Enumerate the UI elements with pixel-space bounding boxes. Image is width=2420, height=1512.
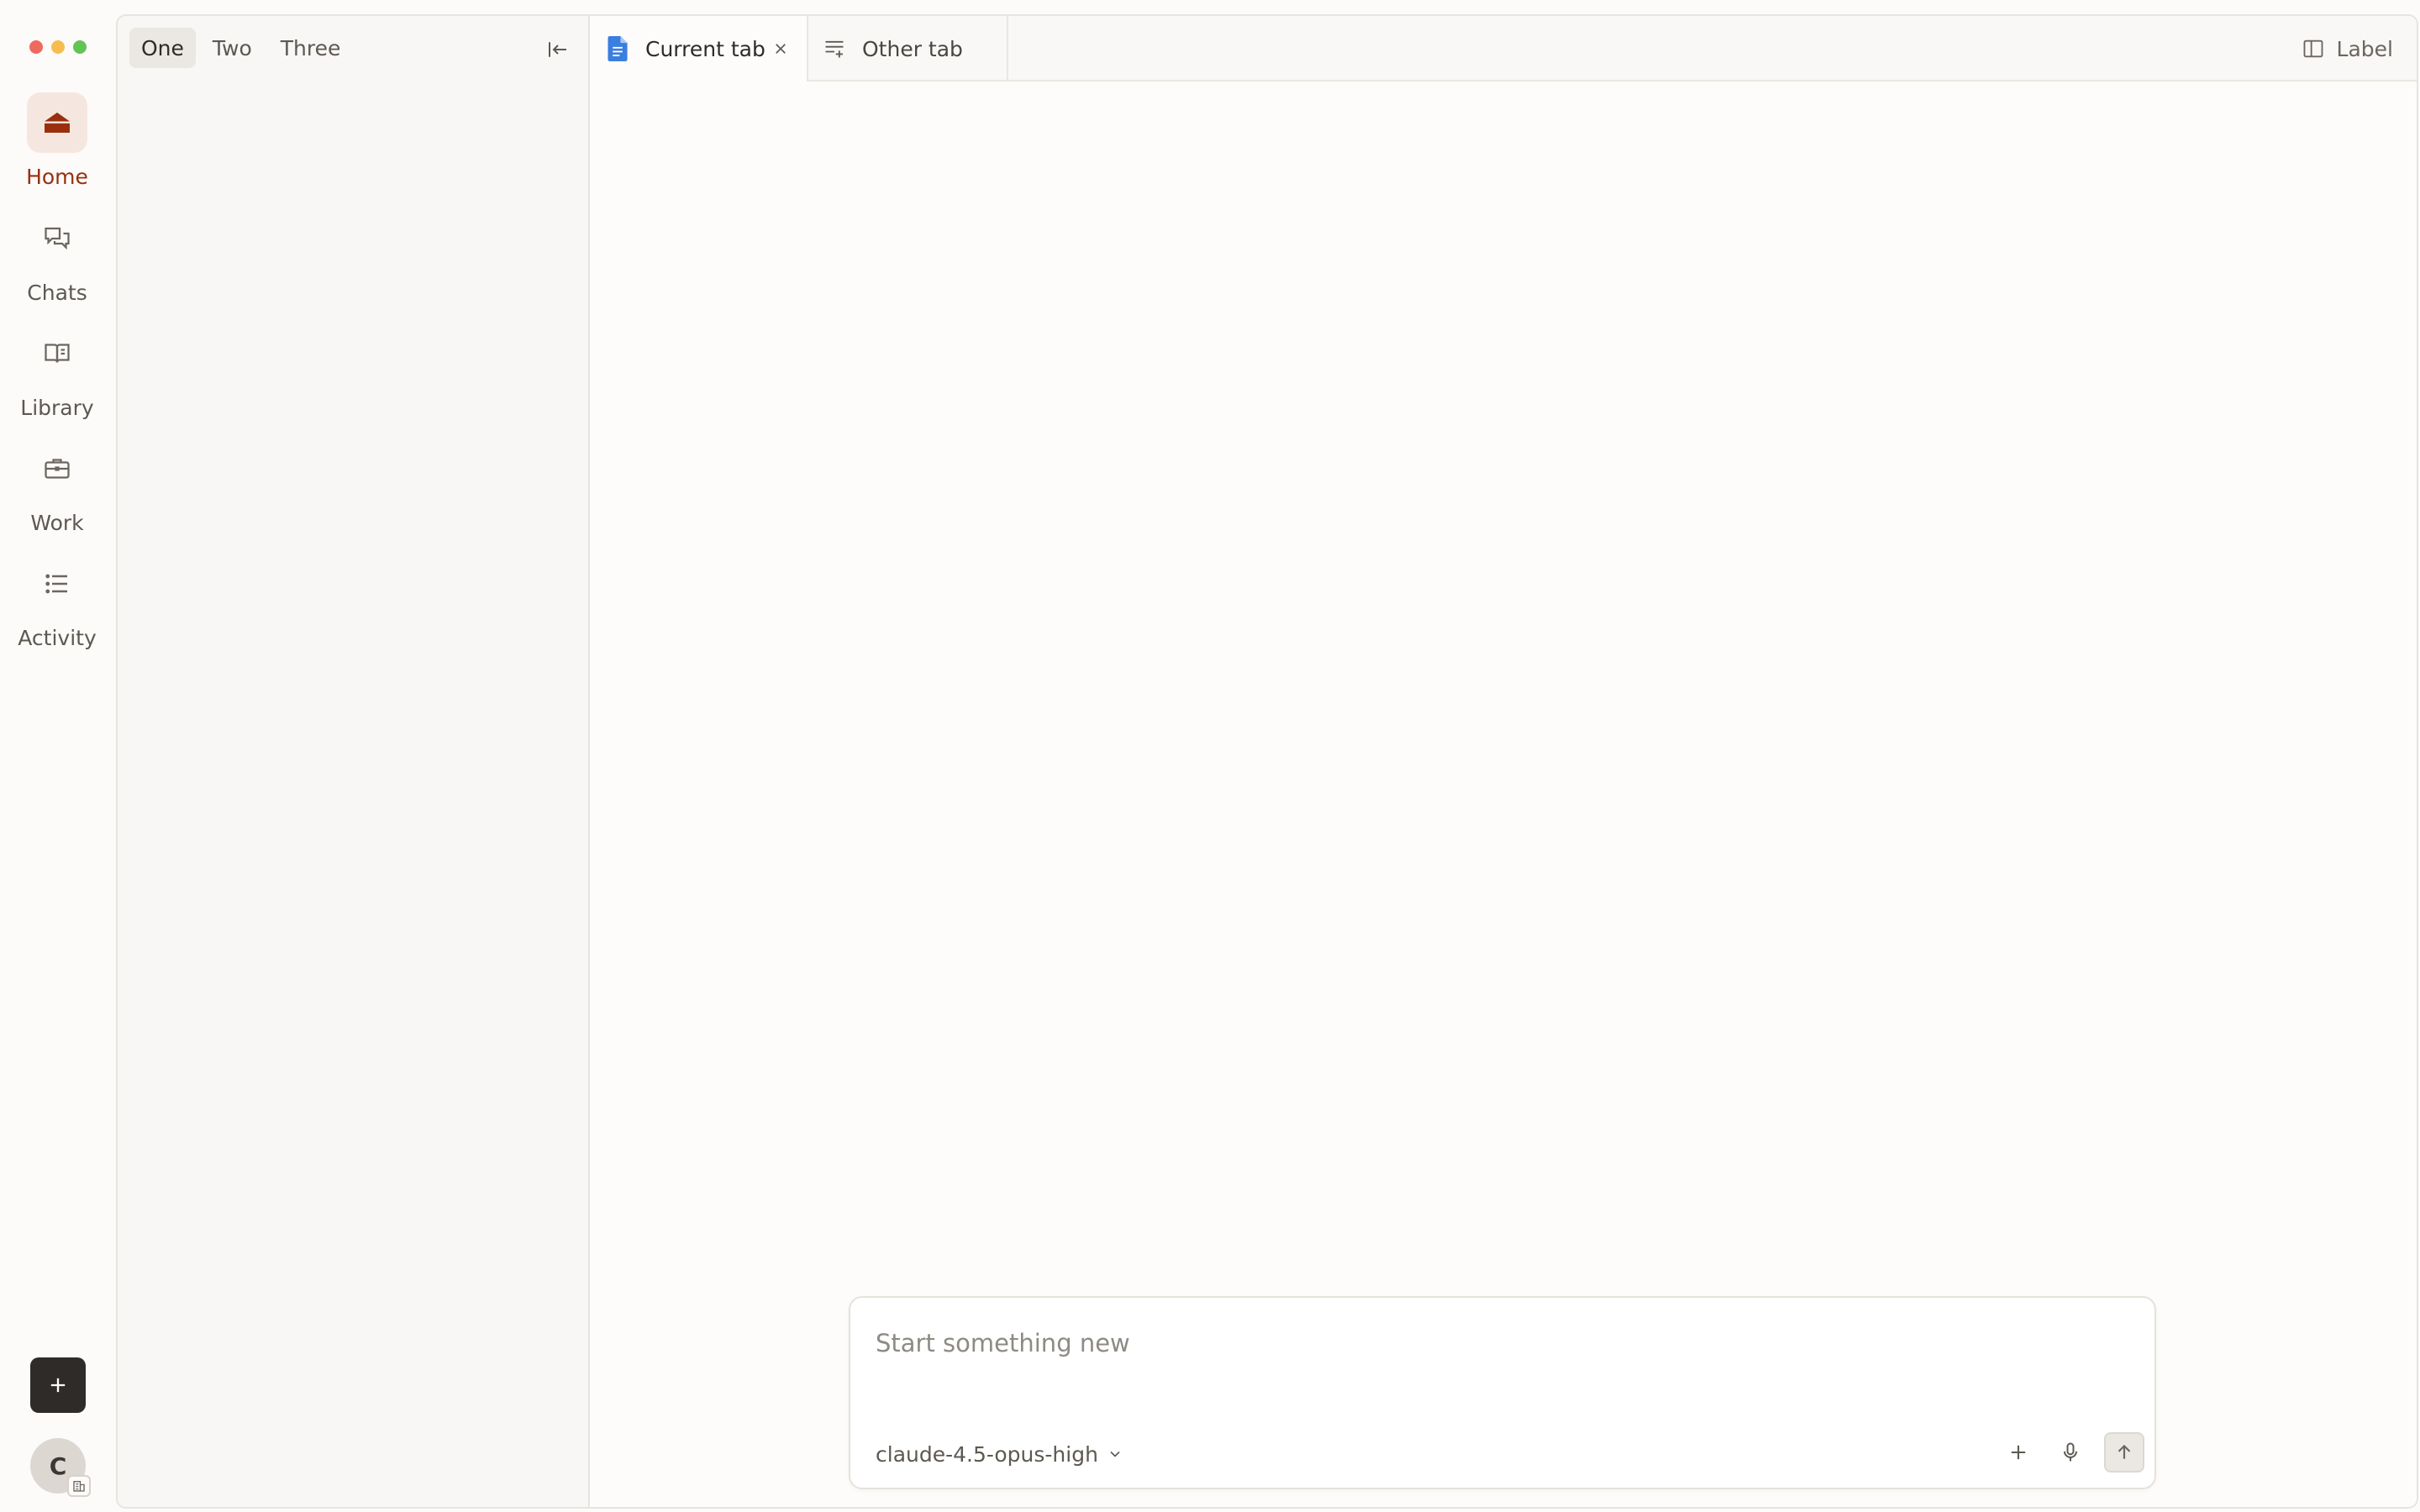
rail-item-activity[interactable]: Activity: [0, 554, 114, 663]
chat-bubbles-icon: [27, 208, 87, 269]
composer: claude-4.5-opus-high: [849, 1296, 2156, 1489]
new-item-button[interactable]: [30, 1357, 86, 1413]
collapse-left-icon: [549, 42, 566, 57]
rail-label: Home: [26, 165, 88, 189]
plus-icon: [50, 1378, 66, 1393]
sidebar-panel: One Two Three: [118, 16, 590, 1507]
rail-item-chats[interactable]: Chats: [0, 208, 114, 318]
chevron-down-icon: [1110, 1451, 1120, 1457]
app-window: Home Chats Library Work Activity C One T…: [0, 0, 2420, 1512]
sidebar-tabs: One Two Three: [129, 28, 352, 68]
avatar[interactable]: C: [30, 1438, 91, 1497]
book-icon: [27, 323, 87, 384]
arrow-up-icon: [2118, 1444, 2131, 1459]
collapse-sidebar-button[interactable]: [539, 33, 576, 66]
plus-icon: [2011, 1445, 2026, 1460]
main-panel: Current tab Other tab Label Start someth…: [590, 16, 2417, 1507]
rail-label: Work: [30, 511, 84, 535]
doc-icon: [605, 36, 630, 61]
window-maximize-button[interactable]: [73, 40, 87, 54]
sidebar-tab-two[interactable]: Two: [201, 28, 264, 68]
building-icon: [67, 1475, 91, 1497]
tab-label: Current tab: [645, 36, 765, 61]
rail-label: Chats: [27, 281, 87, 305]
close-icon[interactable]: [771, 39, 790, 58]
rail-item-library[interactable]: Library: [0, 323, 114, 433]
attach-button[interactable]: [1998, 1432, 2039, 1473]
window-minimize-button[interactable]: [51, 40, 65, 54]
window-close-button[interactable]: [29, 40, 43, 54]
app-shell: One Two Three Current tab Other tab Labe…: [116, 14, 2418, 1509]
window-controls: [29, 40, 87, 54]
tab-current[interactable]: Current tab: [590, 16, 808, 81]
tab-label: Other tab: [862, 36, 963, 61]
microphone-button[interactable]: [2050, 1432, 2091, 1473]
home-icon: [27, 92, 87, 153]
rail-item-work[interactable]: Work: [0, 438, 114, 548]
avatar-initial: C: [49, 1452, 67, 1480]
left-rail: Home Chats Library Work Activity C: [0, 0, 116, 1512]
rail-item-home[interactable]: Home: [0, 92, 114, 202]
sidebar-tab-one[interactable]: One: [129, 28, 196, 68]
briefcase-icon: [27, 438, 87, 499]
split-panel-icon: [2303, 39, 2323, 58]
tab-bar: Current tab Other tab Label: [590, 16, 2417, 81]
tab-other[interactable]: Other tab: [808, 16, 1008, 81]
list-icon: [27, 554, 87, 614]
label-button[interactable]: Label: [2302, 31, 2393, 66]
microphone-icon: [2064, 1442, 2077, 1462]
sidebar-tab-three[interactable]: Three: [269, 28, 353, 68]
model-name: claude-4.5-opus-high: [876, 1441, 1098, 1467]
rail-label: Library: [20, 396, 94, 420]
model-selector[interactable]: claude-4.5-opus-high: [876, 1437, 1123, 1471]
prompt-input[interactable]: [876, 1318, 2119, 1368]
send-button[interactable]: [2104, 1432, 2144, 1473]
label-text: Label: [2336, 36, 2393, 61]
rail-label: Activity: [18, 626, 97, 650]
text-lines-icon: [822, 36, 847, 61]
